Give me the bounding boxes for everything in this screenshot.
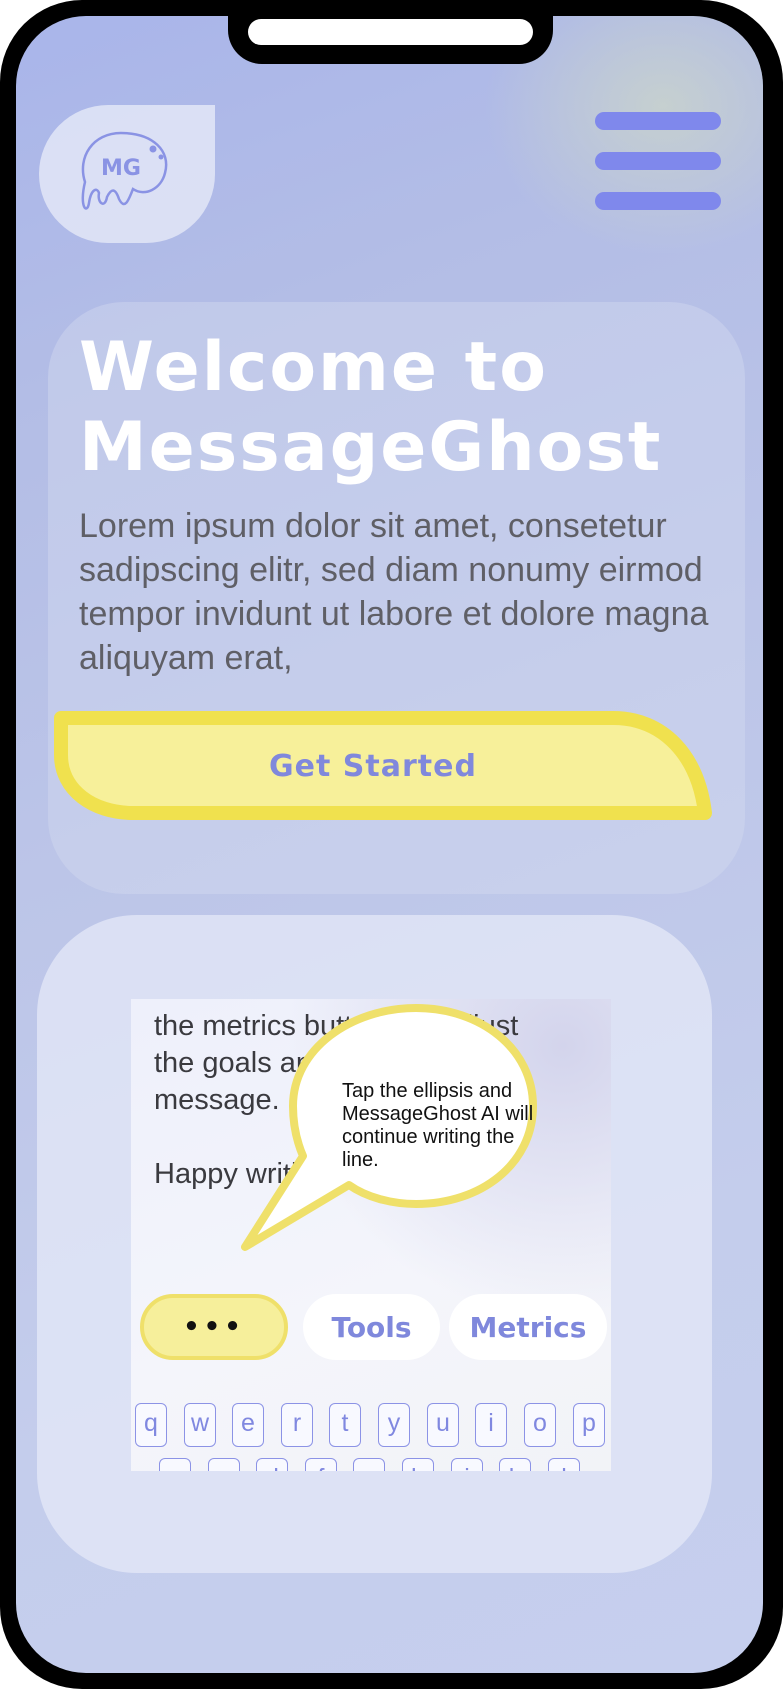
key-h[interactable]: h [402, 1458, 434, 1471]
key-d[interactable]: d [256, 1458, 288, 1471]
menu-line-icon [595, 112, 721, 130]
phone-speaker [248, 19, 533, 45]
svg-text:MG: MG [101, 156, 141, 181]
key-l[interactable]: l [548, 1458, 580, 1471]
app-preview: the metrics button. Or adjust the goals … [131, 999, 611, 1471]
key-r[interactable]: r [281, 1403, 313, 1447]
key-s[interactable]: s [208, 1458, 240, 1471]
hamburger-menu-button[interactable] [595, 96, 721, 210]
logo[interactable]: MG [39, 105, 215, 243]
menu-line-icon [595, 192, 721, 210]
key-o[interactable]: o [524, 1403, 556, 1447]
key-g[interactable]: g [353, 1458, 385, 1471]
key-k[interactable]: k [499, 1458, 531, 1471]
get-started-label: Get Started [269, 749, 477, 784]
ghost-logo-icon: MG [81, 131, 168, 210]
menu-line-icon [595, 152, 721, 170]
key-y[interactable]: y [378, 1403, 410, 1447]
tooltip-text: Tap the ellipsis and MessageGhost AI wil… [342, 1080, 534, 1171]
key-t[interactable]: t [329, 1403, 361, 1447]
key-f[interactable]: f [305, 1458, 337, 1471]
key-w[interactable]: w [184, 1403, 216, 1447]
tools-button[interactable]: Tools [303, 1294, 440, 1360]
ellipsis-button[interactable]: ••• [140, 1294, 288, 1360]
key-a[interactable]: a [159, 1458, 191, 1471]
key-u[interactable]: u [427, 1403, 459, 1447]
key-q[interactable]: q [135, 1403, 167, 1447]
key-e[interactable]: e [232, 1403, 264, 1447]
key-p[interactable]: p [573, 1403, 605, 1447]
metrics-button[interactable]: Metrics [449, 1294, 607, 1360]
key-j[interactable]: j [451, 1458, 483, 1471]
hero-description: Lorem ipsum dolor sit amet, consetetur s… [79, 507, 709, 677]
get-started-button[interactable]: Get Started [53, 710, 713, 823]
key-i[interactable]: i [475, 1403, 507, 1447]
hero-title: Welcome to MessageGhost [79, 328, 663, 487]
